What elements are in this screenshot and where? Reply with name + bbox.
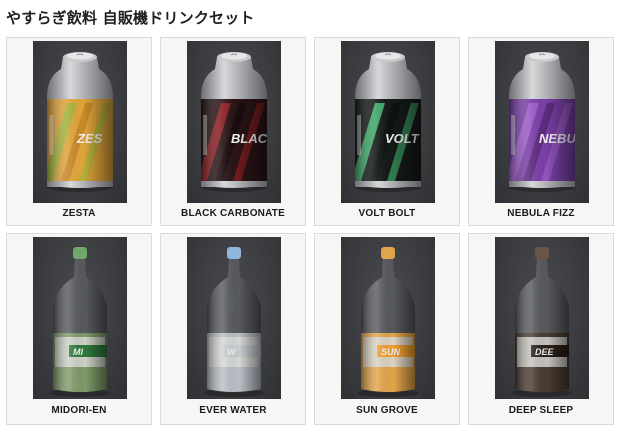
bottle-illustration: DEE	[512, 247, 572, 397]
product-grid: ZES ZESTA	[6, 37, 615, 425]
product-name: VOLT BOLT	[358, 208, 416, 219]
product-card-deep-sleep[interactable]: DEE DEEP SLEEP	[468, 233, 614, 425]
product-image-deep-sleep: DEE	[495, 237, 589, 399]
product-name: NEBULA FIZZ	[507, 208, 575, 219]
can-illustration: BLACK C	[200, 52, 268, 192]
product-name: EVER WATER	[199, 405, 267, 416]
product-image-sun-grove: SUN	[341, 237, 435, 399]
bottle-illustration: SUN	[358, 247, 418, 397]
product-image-ever-water: W	[187, 237, 281, 399]
product-card-midori-en[interactable]: MI MIDORI-EN	[6, 233, 152, 425]
product-card-ever-water[interactable]: W EVER WATER	[160, 233, 306, 425]
product-card-black-carbonate[interactable]: BLACK C BLACK CARBONATE	[160, 37, 306, 226]
product-card-sun-grove[interactable]: SUN SUN GROVE	[314, 233, 460, 425]
bottle-illustration: MI	[50, 247, 110, 397]
product-name: SUN GROVE	[356, 405, 418, 416]
can-illustration: VOLT	[354, 52, 422, 192]
product-name: MIDORI-EN	[51, 405, 107, 416]
product-name: BLACK CARBONATE	[181, 208, 285, 219]
page-title: やすらぎ飲料 自販機ドリンクセット	[6, 9, 255, 27]
product-image-black-carbonate: BLACK C	[187, 41, 281, 203]
can-illustration: NEBU	[508, 52, 576, 192]
can-illustration: ZES	[46, 52, 114, 192]
product-card-nebula-fizz[interactable]: NEBU NEBULA FIZZ	[468, 37, 614, 226]
product-name: DEEP SLEEP	[508, 405, 574, 416]
bottle-illustration: W	[204, 247, 264, 397]
product-card-zesta[interactable]: ZES ZESTA	[6, 37, 152, 226]
product-image-volt-bolt: VOLT	[341, 41, 435, 203]
product-image-zesta: ZES	[33, 41, 127, 203]
product-image-midori-en: MI	[33, 237, 127, 399]
product-image-nebula-fizz: NEBU	[495, 41, 589, 203]
product-card-volt-bolt[interactable]: VOLT VOLT BOLT	[314, 37, 460, 226]
product-name: ZESTA	[62, 208, 96, 219]
